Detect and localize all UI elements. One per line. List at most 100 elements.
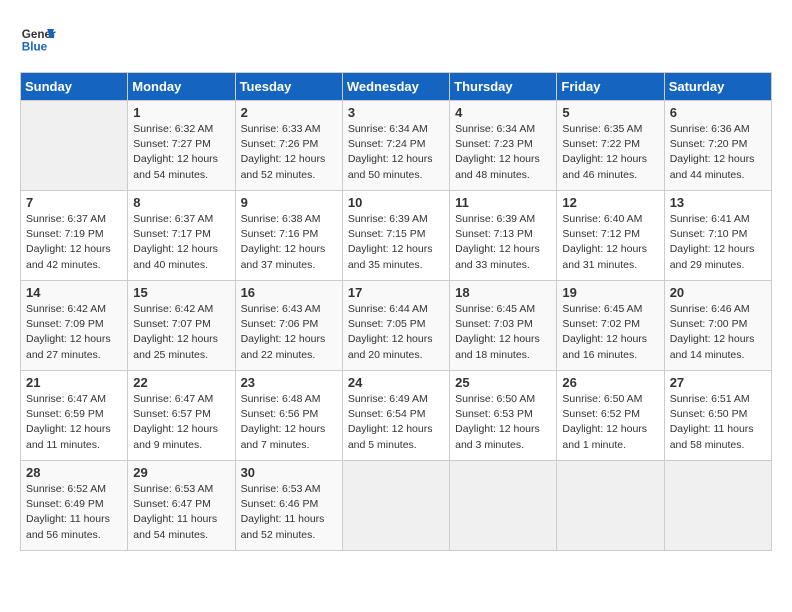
day-number: 10 (348, 195, 444, 210)
calendar-cell: 21 Sunrise: 6:47 AM Sunset: 6:59 PM Dayli… (21, 371, 128, 461)
day-info: Sunrise: 6:45 AM Sunset: 7:02 PM Dayligh… (562, 302, 658, 363)
weekday-row: SundayMondayTuesdayWednesdayThursdayFrid… (21, 73, 772, 101)
calendar-cell: 9 Sunrise: 6:38 AM Sunset: 7:16 PM Daylig… (235, 191, 342, 281)
calendar-cell: 27Sunrise: 6:51 AM Sunset: 6:50 PM Dayli… (664, 371, 771, 461)
day-info: Sunrise: 6:48 AM Sunset: 6:56 PM Dayligh… (241, 392, 337, 453)
calendar-cell: 16 Sunrise: 6:43 AM Sunset: 7:06 PM Dayli… (235, 281, 342, 371)
day-number: 8 (133, 195, 229, 210)
calendar-cell: 22Sunrise: 6:47 AM Sunset: 6:57 PM Dayli… (128, 371, 235, 461)
calendar-cell: 30 Sunrise: 6:53 AM Sunset: 6:46 PM Dayli… (235, 461, 342, 551)
day-number: 27 (670, 375, 766, 390)
logo-icon: General Blue (20, 20, 56, 56)
day-info: Sunrise: 6:41 AM Sunset: 7:10 PM Dayligh… (670, 212, 766, 273)
calendar-cell: 15 Sunrise: 6:42 AM Sunset: 7:07 PM Dayli… (128, 281, 235, 371)
calendar-cell: 6 Sunrise: 6:36 AM Sunset: 7:20 PM Daylig… (664, 101, 771, 191)
calendar-cell: 2 Sunrise: 6:33 AM Sunset: 7:26 PM Daylig… (235, 101, 342, 191)
day-number: 21 (26, 375, 122, 390)
day-info: Sunrise: 6:46 AM Sunset: 7:00 PM Dayligh… (670, 302, 766, 363)
day-info: Sunrise: 6:40 AM Sunset: 7:12 PM Dayligh… (562, 212, 658, 273)
day-info: Sunrise: 6:33 AM Sunset: 7:26 PM Dayligh… (241, 122, 337, 183)
calendar-week-5: 28 Sunrise: 6:52 AM Sunset: 6:49 PM Dayli… (21, 461, 772, 551)
day-number: 30 (241, 465, 337, 480)
day-number: 15 (133, 285, 229, 300)
day-info: Sunrise: 6:38 AM Sunset: 7:16 PM Dayligh… (241, 212, 337, 273)
calendar-cell: 8 Sunrise: 6:37 AM Sunset: 7:17 PM Daylig… (128, 191, 235, 281)
calendar-cell: 24 Sunrise: 6:49 AM Sunset: 6:54 PM Dayli… (342, 371, 449, 461)
day-info: Sunrise: 6:49 AM Sunset: 6:54 PM Dayligh… (348, 392, 444, 453)
calendar-cell: 23 Sunrise: 6:48 AM Sunset: 6:56 PM Dayli… (235, 371, 342, 461)
day-info: Sunrise: 6:34 AM Sunset: 7:23 PM Dayligh… (455, 122, 551, 183)
day-info: Sunrise: 6:36 AM Sunset: 7:20 PM Dayligh… (670, 122, 766, 183)
day-number: 14 (26, 285, 122, 300)
day-number: 19 (562, 285, 658, 300)
calendar-cell: 13 Sunrise: 6:41 AM Sunset: 7:10 PM Dayli… (664, 191, 771, 281)
day-number: 3 (348, 105, 444, 120)
day-info: Sunrise: 6:53 AM Sunset: 6:47 PM Dayligh… (133, 482, 229, 543)
calendar-cell: 25 Sunrise: 6:50 AM Sunset: 6:53 PM Dayli… (450, 371, 557, 461)
weekday-header-thursday: Thursday (450, 73, 557, 101)
day-number: 25 (455, 375, 551, 390)
day-info: Sunrise: 6:53 AM Sunset: 6:46 PM Dayligh… (241, 482, 337, 543)
calendar-cell: 14 Sunrise: 6:42 AM Sunset: 7:09 PM Dayli… (21, 281, 128, 371)
weekday-header-tuesday: Tuesday (235, 73, 342, 101)
day-info: Sunrise: 6:32 AM Sunset: 7:27 PM Dayligh… (133, 122, 229, 183)
day-number: 6 (670, 105, 766, 120)
calendar-cell: 10 Sunrise: 6:39 AM Sunset: 7:15 PM Dayli… (342, 191, 449, 281)
calendar-cell: 19 Sunrise: 6:45 AM Sunset: 7:02 PM Dayli… (557, 281, 664, 371)
day-info: Sunrise: 6:44 AM Sunset: 7:05 PM Dayligh… (348, 302, 444, 363)
calendar-cell: 29 Sunrise: 6:53 AM Sunset: 6:47 PM Dayli… (128, 461, 235, 551)
day-number: 18 (455, 285, 551, 300)
day-number: 28 (26, 465, 122, 480)
calendar-header: SundayMondayTuesdayWednesdayThursdayFrid… (21, 73, 772, 101)
calendar-week-1: 1 Sunrise: 6:32 AM Sunset: 7:27 PM Daylig… (21, 101, 772, 191)
day-number: 1 (133, 105, 229, 120)
page-header: General Blue (20, 20, 772, 56)
day-number: 13 (670, 195, 766, 210)
day-number: 29 (133, 465, 229, 480)
calendar-cell: 7Sunrise: 6:37 AM Sunset: 7:19 PM Daylig… (21, 191, 128, 281)
calendar-week-2: 7Sunrise: 6:37 AM Sunset: 7:19 PM Daylig… (21, 191, 772, 281)
day-number: 12 (562, 195, 658, 210)
logo: General Blue (20, 20, 64, 56)
day-info: Sunrise: 6:39 AM Sunset: 7:15 PM Dayligh… (348, 212, 444, 273)
day-number: 2 (241, 105, 337, 120)
day-number: 23 (241, 375, 337, 390)
day-info: Sunrise: 6:45 AM Sunset: 7:03 PM Dayligh… (455, 302, 551, 363)
day-info: Sunrise: 6:35 AM Sunset: 7:22 PM Dayligh… (562, 122, 658, 183)
calendar-cell: 12 Sunrise: 6:40 AM Sunset: 7:12 PM Dayli… (557, 191, 664, 281)
day-number: 26 (562, 375, 658, 390)
day-info: Sunrise: 6:47 AM Sunset: 6:59 PM Dayligh… (26, 392, 122, 453)
calendar-cell: 20 Sunrise: 6:46 AM Sunset: 7:00 PM Dayli… (664, 281, 771, 371)
day-number: 9 (241, 195, 337, 210)
day-info: Sunrise: 6:47 AM Sunset: 6:57 PM Dayligh… (133, 392, 229, 453)
day-number: 5 (562, 105, 658, 120)
weekday-header-wednesday: Wednesday (342, 73, 449, 101)
day-number: 24 (348, 375, 444, 390)
day-number: 16 (241, 285, 337, 300)
day-info: Sunrise: 6:42 AM Sunset: 7:07 PM Dayligh… (133, 302, 229, 363)
day-number: 17 (348, 285, 444, 300)
day-info: Sunrise: 6:37 AM Sunset: 7:17 PM Dayligh… (133, 212, 229, 273)
day-info: Sunrise: 6:43 AM Sunset: 7:06 PM Dayligh… (241, 302, 337, 363)
day-number: 7 (26, 195, 122, 210)
calendar-cell: 5 Sunrise: 6:35 AM Sunset: 7:22 PM Daylig… (557, 101, 664, 191)
calendar-cell: 18 Sunrise: 6:45 AM Sunset: 7:03 PM Dayli… (450, 281, 557, 371)
weekday-header-sunday: Sunday (21, 73, 128, 101)
calendar-cell (21, 101, 128, 191)
calendar-cell: 26Sunrise: 6:50 AM Sunset: 6:52 PM Dayli… (557, 371, 664, 461)
calendar-table: SundayMondayTuesdayWednesdayThursdayFrid… (20, 72, 772, 551)
day-info: Sunrise: 6:52 AM Sunset: 6:49 PM Dayligh… (26, 482, 122, 543)
weekday-header-friday: Friday (557, 73, 664, 101)
calendar-cell (450, 461, 557, 551)
calendar-body: 1 Sunrise: 6:32 AM Sunset: 7:27 PM Daylig… (21, 101, 772, 551)
day-info: Sunrise: 6:50 AM Sunset: 6:53 PM Dayligh… (455, 392, 551, 453)
day-number: 20 (670, 285, 766, 300)
calendar-week-4: 21 Sunrise: 6:47 AM Sunset: 6:59 PM Dayli… (21, 371, 772, 461)
day-info: Sunrise: 6:42 AM Sunset: 7:09 PM Dayligh… (26, 302, 122, 363)
weekday-header-monday: Monday (128, 73, 235, 101)
day-info: Sunrise: 6:34 AM Sunset: 7:24 PM Dayligh… (348, 122, 444, 183)
day-number: 4 (455, 105, 551, 120)
calendar-cell (557, 461, 664, 551)
calendar-cell: 1 Sunrise: 6:32 AM Sunset: 7:27 PM Daylig… (128, 101, 235, 191)
weekday-header-saturday: Saturday (664, 73, 771, 101)
